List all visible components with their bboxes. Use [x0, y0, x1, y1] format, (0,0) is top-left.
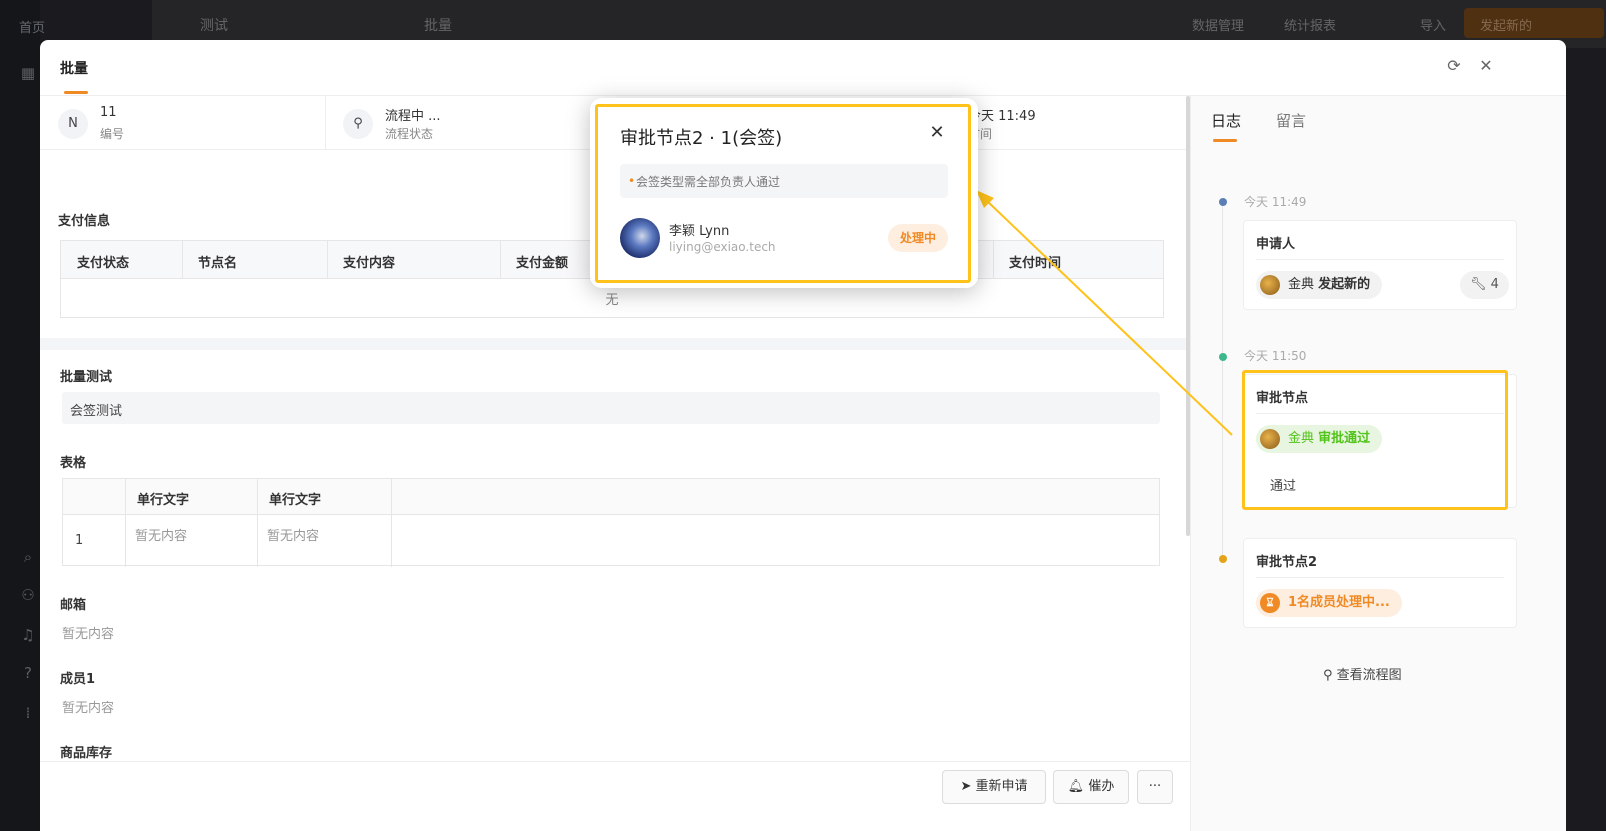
popup-highlight-box	[595, 104, 971, 283]
highlight-box	[1242, 370, 1508, 510]
